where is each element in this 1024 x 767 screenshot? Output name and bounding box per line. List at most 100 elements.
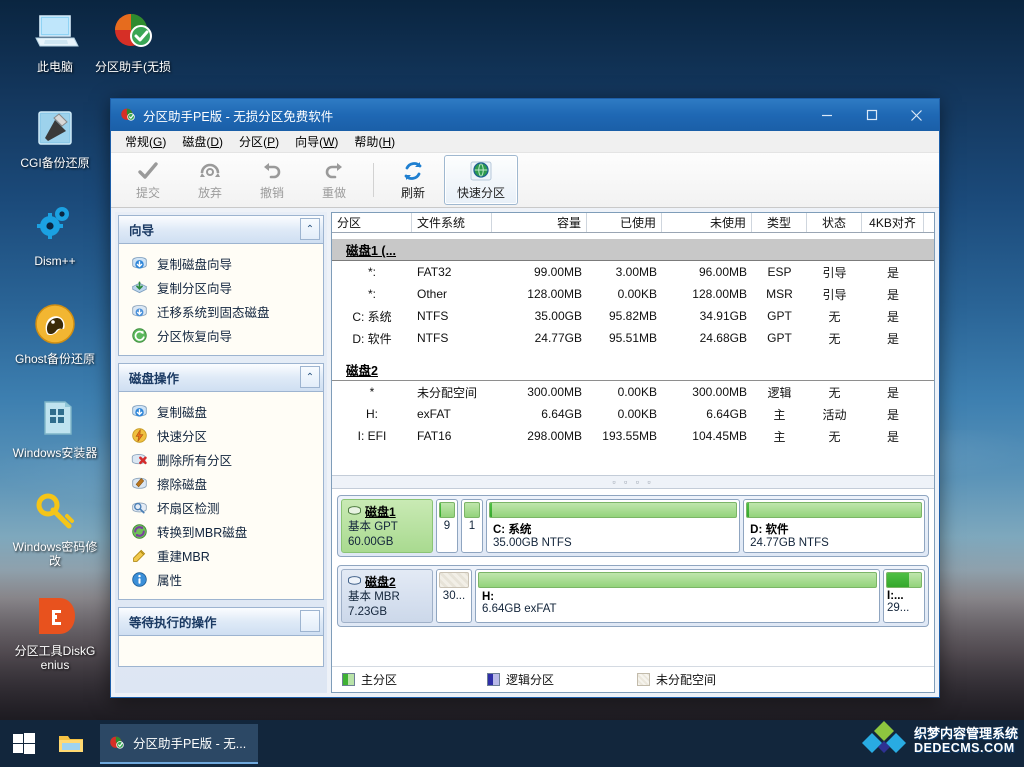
desktop-icon-partition-assistant[interactable]: 分区助手(无损 xyxy=(90,0,176,74)
desktop-icon-dism-plus[interactable]: Dism++ xyxy=(12,194,98,268)
legend-label: 逻辑分区 xyxy=(506,673,555,687)
menu-partition[interactable]: 分区(P) xyxy=(233,131,289,152)
column-header-unused[interactable]: 未使用 xyxy=(662,213,752,232)
disk-map-partition[interactable]: 1 xyxy=(461,499,483,553)
column-header-filesystem[interactable]: 文件系统 xyxy=(412,213,492,232)
chevron-up-icon[interactable]: ⌃ xyxy=(300,218,320,240)
toolbar-commit-button[interactable]: 提交 xyxy=(117,155,179,205)
toolbar-undo-button[interactable]: 撤销 xyxy=(241,155,303,205)
cell-status: 无 xyxy=(828,429,841,444)
disk-map-info-disk2: 磁盘2 基本 MBR 7.23GB xyxy=(341,569,433,623)
column-header-partition[interactable]: 分区 xyxy=(332,213,412,232)
menu-partition-accel: P xyxy=(267,135,276,149)
disk-map-partition[interactable]: 9 xyxy=(436,499,458,553)
sidebar-item-copy-disk[interactable]: 复制磁盘 xyxy=(119,399,323,423)
disk-map-partition-c[interactable]: C: 系统 35.00GB NTFS xyxy=(486,499,741,553)
sidebar-item-quick-partition[interactable]: 快速分区 xyxy=(119,423,323,447)
desktop-icon-windows-installer[interactable]: Windows安装器 xyxy=(12,386,98,460)
toolbar-refresh-button[interactable]: 刷新 xyxy=(382,155,444,205)
desktop-icon-cgi-backup[interactable]: CGI备份还原 xyxy=(12,96,98,170)
minimize-button[interactable] xyxy=(804,99,849,131)
sidebar-item-rebuild-mbr[interactable]: 重建MBR xyxy=(119,543,323,567)
hammer-icon xyxy=(38,111,72,145)
sidebar-item-wipe-disk[interactable]: 擦除磁盘 xyxy=(119,471,323,495)
start-button[interactable] xyxy=(0,720,48,767)
sidebar-item-delete-all-partitions[interactable]: 删除所有分区 xyxy=(119,447,323,471)
menu-disk[interactable]: 磁盘(D) xyxy=(176,131,233,152)
sidebar-item-properties[interactable]: 属性 xyxy=(119,567,323,591)
toolbar-discard-button[interactable]: 放弃 xyxy=(179,155,241,205)
sidebar-item-label: 复制分区向导 xyxy=(157,281,233,296)
cell-4kb-align: 是 xyxy=(886,309,899,324)
legend-primary: 主分区 xyxy=(342,671,487,688)
rebuild-mbr-icon xyxy=(133,549,146,562)
desktop-icon-this-pc[interactable]: 此电脑 xyxy=(12,0,98,74)
disk-map-partition-d[interactable]: D: 软件 24.77GB NTFS xyxy=(743,499,925,553)
sidebar-item-copy-partition-wizard[interactable]: 复制分区向导 xyxy=(119,275,323,299)
disk-group-header[interactable]: 磁盘2 xyxy=(332,359,934,381)
disk-map-row-disk1[interactable]: 磁盘1 基本 GPT 60.00GB 9 1 C: 系统 35.00GB NTF… xyxy=(337,495,929,557)
menu-general-accel: G xyxy=(153,135,163,149)
cell-status: 无 xyxy=(828,309,841,324)
migrate-os-icon xyxy=(132,304,147,316)
table-row[interactable]: * 未分配空间 300.00MB 0.00KB 300.00MB 逻辑 无 是 xyxy=(332,381,934,403)
cell-unused: 96.00MB xyxy=(698,265,747,279)
sidebar-item-copy-disk-wizard[interactable]: 复制磁盘向导 xyxy=(119,251,323,275)
partition-text: H: 6.64GB exFAT xyxy=(478,588,877,620)
column-header-used[interactable]: 已使用 xyxy=(587,213,662,232)
chevron-up-icon[interactable]: ⌃ xyxy=(300,366,320,388)
watermark-line2: DEDECMS.COM xyxy=(913,741,1015,755)
taskbar-file-explorer[interactable] xyxy=(48,720,94,767)
sidebar-item-convert-to-mbr[interactable]: 转换到MBR磁盘 xyxy=(119,519,323,543)
sidebar-group-disk-ops-header[interactable]: 磁盘操作 ⌃ xyxy=(119,364,323,392)
toolbar-quick-partition-button[interactable]: 快速分区 xyxy=(444,155,518,205)
partition-text: 9 xyxy=(439,518,455,550)
menu-wizard[interactable]: 向导(W) xyxy=(289,131,348,152)
main-pane: 分区 文件系统 容量 已使用 未使用 类型 状态 4KB对齐 磁盘1 (... … xyxy=(331,212,935,693)
cell-status: 无 xyxy=(828,331,841,346)
sidebar-item-recover-partition-wizard[interactable]: 分区恢复向导 xyxy=(119,323,323,347)
disk-map-disk-size: 60.00GB xyxy=(348,535,394,548)
cell-4kb-align: 是 xyxy=(886,429,899,444)
sidebar-item-label: 坏扇区检测 xyxy=(157,501,220,516)
menu-partition-label: 分区 xyxy=(239,135,264,149)
column-header-capacity[interactable]: 容量 xyxy=(492,213,587,232)
disk-map-partition-h[interactable]: H: 6.64GB exFAT xyxy=(475,569,880,623)
menu-help[interactable]: 帮助(H) xyxy=(348,131,405,152)
column-header-4kb-align[interactable]: 4KB对齐 xyxy=(862,213,924,232)
pane-splitter[interactable]: ▫ ▫ ▫ ▫ xyxy=(332,475,934,489)
partition-line1: H: xyxy=(482,591,495,603)
disk-map-partition-unallocated[interactable]: 30... xyxy=(436,569,472,623)
sidebar-item-migrate-os[interactable]: 迁移系统到固态磁盘 xyxy=(119,299,323,323)
toolbar-redo-button[interactable]: 重做 xyxy=(303,155,365,205)
table-row[interactable]: *: FAT32 99.00MB 3.00MB 96.00MB ESP 引导 是 xyxy=(332,261,934,283)
menubar: 常规(G) 磁盘(D) 分区(P) 向导(W) 帮助(H) xyxy=(111,131,939,153)
column-header-status[interactable]: 状态 xyxy=(807,213,862,232)
window-titlebar[interactable]: 分区助手PE版 - 无损分区免费软件 xyxy=(111,99,939,131)
disk-group-header[interactable]: 磁盘1 (... xyxy=(332,239,934,261)
menu-general[interactable]: 常规(G) xyxy=(119,131,176,152)
cell-type: ESP xyxy=(767,265,792,279)
disk-map-partition-i[interactable]: I:... 29... xyxy=(883,569,925,623)
close-button[interactable] xyxy=(894,99,939,131)
disk-map-legend: 主分区 逻辑分区 未分配空间 xyxy=(332,666,934,692)
table-row[interactable]: D: 软件 NTFS 24.77GB 95.51MB 24.68GB GPT 无… xyxy=(332,327,934,349)
column-header-type[interactable]: 类型 xyxy=(752,213,807,232)
sidebar-item-bad-sector-check[interactable]: 坏扇区检测 xyxy=(119,495,323,519)
copy-disk-icon xyxy=(132,256,147,269)
table-row[interactable]: I: EFI FAT16 298.00MB 193.55MB 104.45MB … xyxy=(332,425,934,447)
globe-icon xyxy=(470,161,492,181)
table-row[interactable]: *: Other 128.00MB 0.00KB 128.00MB MSR 引导… xyxy=(332,283,934,305)
table-row[interactable]: H: exFAT 6.64GB 0.00KB 6.64GB 主 活动 是 xyxy=(332,403,934,425)
disk-map-row-disk2[interactable]: 磁盘2 基本 MBR 7.23GB 30... H: 6.64GB exFAT … xyxy=(337,565,929,627)
taskbar-task-partition-assistant[interactable]: 分区助手PE版 - 无... xyxy=(100,723,259,764)
sidebar-group-wizard-header[interactable]: 向导 ⌃ xyxy=(119,216,323,244)
desktop-icon-diskgenius[interactable]: 分区工具DiskGenius xyxy=(12,584,98,672)
table-row[interactable]: C: 系统 NTFS 35.00GB 95.82MB 34.91GB GPT 无… xyxy=(332,305,934,327)
desktop-icon-windows-password[interactable]: Windows密码修改 xyxy=(12,480,98,568)
chevron-up-icon[interactable] xyxy=(300,610,320,632)
sidebar-group-pending-ops-header[interactable]: 等待执行的操作 xyxy=(119,608,323,636)
desktop-icon-ghost-backup[interactable]: Ghost备份还原 xyxy=(12,292,98,366)
usage-bar xyxy=(478,572,877,588)
maximize-button[interactable] xyxy=(849,99,894,131)
